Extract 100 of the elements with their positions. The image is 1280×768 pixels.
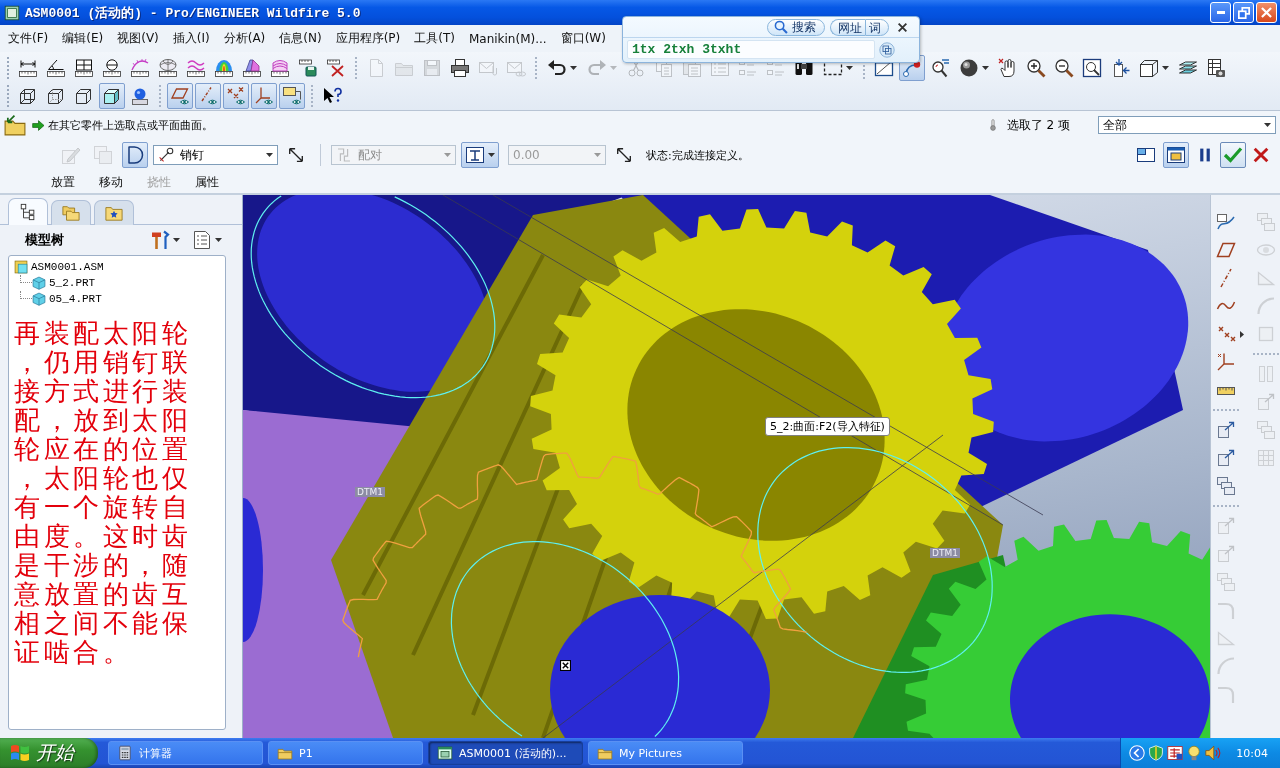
arc-icon [1256,296,1276,316]
flip-arrows-icon [615,146,633,164]
volume-button[interactable] [1205,745,1222,761]
hammer-wrench-icon [150,230,170,250]
tree-item[interactable]: ASM0001.ASM [31,261,104,273]
pin-icon [158,147,174,163]
filter-dropdown[interactable]: 全部 [1098,116,1276,134]
part-cube-icon [32,292,46,306]
notification-button[interactable] [1186,745,1203,761]
datum-label: DTM1 [355,487,385,497]
arc-icon [1216,656,1236,676]
show-hidden-icons-button[interactable] [1129,745,1146,761]
menu-item[interactable]: 分析(A) [216,30,273,47]
menu-item[interactable]: 插入(I) [165,30,217,47]
search-type-button[interactable]: 词 [865,18,889,36]
table-camera-icon [1206,58,1226,78]
bracket-icon [336,147,352,163]
search-type-button[interactable]: 网址 [830,18,865,36]
selection-count: 选取了 2 项 [1006,116,1070,134]
tab[interactable]: 移动 [87,173,135,191]
box-arrow-icon [1216,420,1236,440]
caret-icon [266,153,273,157]
minimize-button[interactable] [1210,2,1231,23]
menu-item[interactable]: 文件(F) [1,30,56,47]
tab[interactable]: 属性 [183,173,231,191]
taskbar-button[interactable]: ASM0001 (活动的)... [428,741,583,765]
csys-eye-icon [254,86,274,106]
arrow-right-icon [32,118,45,132]
points-eye-icon [226,86,246,106]
taskbar-button[interactable]: 计算器 [108,741,263,765]
toolbar-button[interactable] [99,83,125,109]
zoom-in-icon [1026,58,1046,78]
datum-label: DTM1 [930,548,960,558]
menu-item[interactable]: 编辑(E) [55,30,111,47]
calculator-icon [117,745,133,761]
tree-item[interactable]: 05_4.PRT [49,293,102,305]
caret-icon [444,153,451,157]
shield-icon [1148,745,1165,761]
expand-button[interactable] [879,40,897,59]
datum-plane-icon [1216,240,1236,260]
tree-item[interactable]: 5_2.PRT [49,277,96,289]
surface-mesh-icon [158,58,178,78]
striped-dome-icon [270,58,290,78]
menu-item[interactable]: 工具(T) [407,30,462,47]
search-text-field[interactable]: 1tx 2txh 3txht [627,40,875,59]
caret-icon [1239,330,1244,338]
bulb-icon [1186,745,1203,761]
connection-type-dropdown[interactable]: 销钉 [153,145,278,165]
menu-item[interactable]: 应用程序(P) [328,30,408,47]
minimize-icon [1216,11,1225,14]
help-cursor-icon [322,86,342,106]
flip-arrows-icon [287,146,305,164]
box-arrow-icon [1216,448,1236,468]
start-button[interactable]: 开始 [0,738,98,768]
ruler-angle-icon [46,58,66,78]
hidden-line-cube-icon [46,86,66,106]
speaker-icon [1205,745,1222,761]
navigator-tab[interactable] [8,198,48,225]
taskbar-button[interactable]: My Pictures [588,741,743,765]
menu-item[interactable]: 视图(V) [110,30,166,47]
input-method-icon [1167,745,1184,761]
caret-icon [610,66,617,70]
taskbar-button[interactable]: P1 [268,741,423,765]
toolbar-button[interactable] [279,83,305,109]
input-method-button[interactable] [1167,745,1184,761]
pause-icon [1197,147,1213,163]
graphics-viewport[interactable]: DTM1 DTM1 5_2:曲面:F2(导入特征) [243,195,1210,738]
printer-icon [450,58,470,78]
stacked-boxes-icon [1256,420,1276,440]
view-toggle-button[interactable] [1163,142,1189,168]
menu-item[interactable]: Manikin(M)... [461,31,554,46]
menu-item[interactable]: 窗口(W) [553,30,613,47]
zoom-out-icon [1054,58,1074,78]
bend-icon [1216,684,1236,704]
caret-icon [982,66,989,70]
assembly-icon [14,260,28,274]
note-eye-icon [282,86,302,106]
stacked-boxes-icon [1216,476,1236,496]
close-icon [896,21,908,33]
redo-icon [587,58,607,78]
magnifier-lines-icon [930,58,950,78]
tool-button[interactable] [122,142,148,168]
status-text: 状态:完成连接定义。 [646,147,749,163]
constraint-button[interactable] [461,142,499,168]
wave-icon [186,58,206,78]
view-cube-icon [1139,58,1159,78]
folders-icon [62,204,80,222]
search-button[interactable]: 搜索 [767,18,825,36]
outline-cube-icon [74,86,94,106]
ruler-disk-icon [298,58,318,78]
preview-window-icon [1166,145,1186,165]
curve-comb-icon [130,58,150,78]
ruler-circle-icon [102,58,122,78]
menu-item[interactable]: 信息(N) [272,30,329,47]
box-arrow-icon [1256,392,1276,412]
sketch-icon [1216,212,1236,232]
datum-point-icon [1216,324,1237,344]
restore-button[interactable] [1233,2,1254,23]
tab[interactable]: 放置 [39,173,87,191]
window-pane-icon [1136,145,1156,165]
